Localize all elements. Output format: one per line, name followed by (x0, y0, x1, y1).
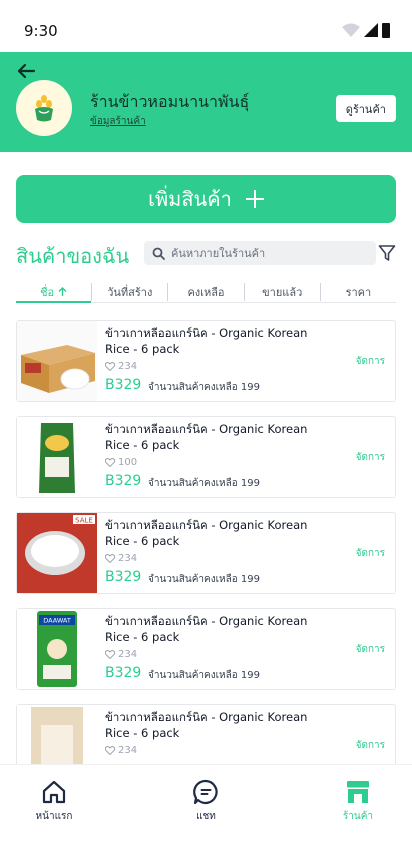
product-card[interactable]: DAAWAT ข้าวเกาหลีออแกร์นิค - Organic Kor… (16, 608, 396, 690)
product-stock: จำนวนสินค้าคงเหลือ 199 (148, 478, 260, 489)
status-bar: 9:30 (0, 0, 412, 52)
wifi-icon (342, 23, 360, 37)
product-title: ข้าวเกาหลีออแกร์นิค - Organic Korean Ric… (105, 518, 308, 548)
likes: 234 (105, 745, 137, 756)
my-products-title: สินค้าของฉัน (16, 244, 130, 268)
battery-icon (382, 23, 390, 38)
likes: 234 (105, 361, 137, 372)
product-stock: จำนวนสินค้าคงเหลือ 199 (148, 574, 260, 585)
nav-chat[interactable]: แชท (166, 779, 246, 824)
product-title: ข้าวเกาหลีออแกร์นิค - Organic Korean Ric… (105, 710, 308, 740)
sale-badge: SALE (75, 517, 93, 525)
product-price: B329 (105, 377, 142, 393)
nav-home-label: หน้าแรก (35, 811, 73, 822)
sort-tab-sold[interactable]: ขายแล้ว (243, 283, 320, 301)
product-title: ข้าวเกาหลีออแกร์นิค - Organic Korean Ric… (105, 422, 308, 452)
manage-product-link[interactable]: จัดการ (356, 642, 385, 657)
product-price: B329 (105, 665, 142, 681)
product-card[interactable]: ข้าวเกาหลีออแกร์นิค - Organic Korean Ric… (16, 416, 396, 498)
arrow-up-icon (58, 287, 67, 296)
likes-count: 100 (118, 457, 138, 468)
manage-product-link[interactable]: จัดการ (356, 738, 385, 753)
likes-count: 234 (118, 745, 138, 756)
product-stock: จำนวนสินค้าคงเหลือ 199 (148, 382, 260, 393)
product-title: ข้าวเกาหลีออแกร์นิค - Organic Korean Ric… (105, 614, 308, 644)
likes-count: 234 (118, 553, 138, 564)
search-box[interactable] (144, 241, 376, 265)
heart-icon (105, 746, 115, 755)
nav-shop[interactable]: ร้านค้า (318, 779, 398, 824)
chat-icon (193, 779, 218, 805)
product-image: SALE (17, 513, 97, 593)
product-title: ข้าวเกาหลีออแกร์นิค - Organic Korean Ric… (105, 326, 308, 356)
search-input[interactable] (171, 246, 371, 260)
likes-count: 234 (118, 361, 138, 372)
product-image: DAAWAT (17, 609, 97, 689)
product-image (17, 417, 97, 497)
manage-product-link[interactable]: จัดการ (356, 450, 385, 465)
sort-tab-label: วันที่สร้าง (107, 286, 153, 299)
add-product-button[interactable]: เพิ่มสินค้า (16, 175, 396, 223)
product-price: B329 (105, 473, 142, 489)
product-list: ข้าวเกาหลีออแกร์นิค - Organic Korean Ric… (16, 320, 396, 800)
back-arrow-icon[interactable] (16, 62, 38, 80)
plus-icon (245, 190, 264, 208)
likes: 234 (105, 553, 137, 564)
home-icon (42, 780, 66, 804)
likes: 234 (105, 649, 137, 660)
sort-tab-label: ชื่อ (40, 286, 55, 299)
sort-tabs: ชื่อ วันที่สร้าง คงเหลือ ขายแล้ว ราคา (16, 283, 396, 303)
nav-shop-label: ร้านค้า (342, 811, 374, 822)
brand-label: DAAWAT (43, 617, 71, 625)
manage-product-link[interactable]: จัดการ (356, 546, 385, 561)
status-icons (342, 22, 390, 38)
product-price: B329 (105, 569, 142, 585)
status-time: 9:30 (24, 22, 58, 40)
add-product-label: เพิ่มสินค้า (148, 187, 232, 211)
sort-tab-name[interactable]: ชื่อ (16, 283, 92, 303)
sort-tab-remaining[interactable]: คงเหลือ (167, 283, 243, 301)
product-card[interactable]: SALE ข้าวเกาหลีออแกร์นิค - Organic Korea… (16, 512, 396, 594)
heart-icon (105, 362, 115, 371)
sort-tab-label: ขายแล้ว (262, 286, 303, 299)
heart-icon (105, 650, 115, 659)
rice-logo-icon (35, 95, 53, 122)
product-stock: จำนวนสินค้าคงเหลือ 199 (148, 670, 260, 681)
nav-home[interactable]: หน้าแรก (14, 779, 94, 824)
search-icon (152, 247, 165, 260)
sort-tab-date-created[interactable]: วันที่สร้าง (91, 283, 167, 301)
heart-icon (105, 458, 115, 467)
manage-product-link[interactable]: จัดการ (356, 354, 385, 369)
sort-tab-price[interactable]: ราคา (319, 283, 396, 301)
product-card[interactable]: ข้าวเกาหลีออแกร์นิค - Organic Korean Ric… (16, 320, 396, 402)
nav-chat-label: แชท (196, 811, 216, 822)
view-shop-button[interactable]: ดูร้านค้า (335, 95, 396, 122)
shop-logo (16, 80, 72, 136)
bottom-nav: หน้าแรก แชท ร้านค้า (0, 764, 412, 844)
sort-tab-label: คงเหลือ (187, 286, 225, 299)
likes: 100 (105, 457, 137, 468)
signal-icon (364, 23, 378, 37)
likes-count: 234 (118, 649, 138, 660)
sort-tab-label: ราคา (345, 286, 372, 299)
product-image (17, 321, 97, 401)
shop-name: ร้านข้าวหอมนานาพันธุ์ (90, 92, 250, 111)
shop-header: ร้านข้าวหอมนานาพันธุ์ ข้อมูลร้านค้า ดูร้… (0, 52, 412, 152)
heart-icon (105, 554, 115, 563)
shop-info-link[interactable]: ข้อมูลร้านค้า (90, 114, 146, 129)
shop-icon (347, 781, 369, 803)
filter-icon[interactable] (378, 244, 396, 262)
